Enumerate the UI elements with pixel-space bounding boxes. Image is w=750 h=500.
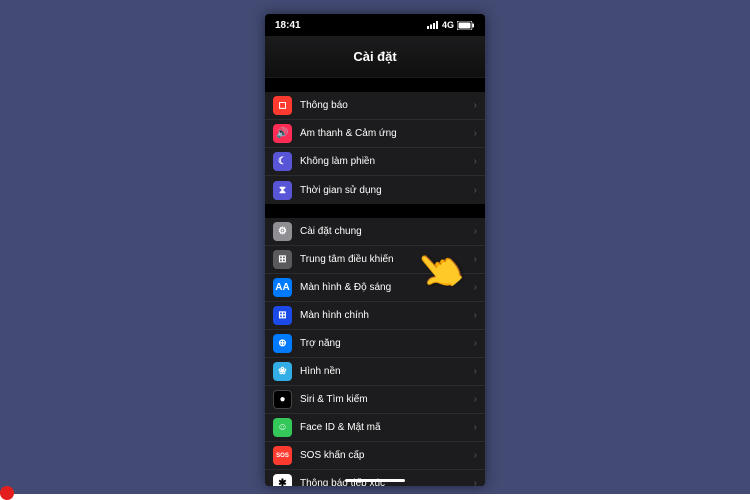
settings-row-general[interactable]: ⚙ Cài đặt chung› [265,218,485,246]
settings-row-display[interactable]: AA Màn hình & Độ sáng› [265,274,485,302]
settings-row-label: Không làm phiền [300,156,474,167]
chevron-right-icon: › [474,100,477,111]
chevron-right-icon: › [474,450,477,461]
wallpaper-icon: ❀ [273,362,292,381]
settings-row-faceid[interactable]: ☺ Face ID & Mật mã› [265,414,485,442]
settings-row-siri[interactable]: ● Siri & Tìm kiếm› [265,386,485,414]
sounds-icon: 🔊 [273,124,292,143]
settings-row-label: Hình nền [300,366,474,377]
general-icon: ⚙ [273,222,292,241]
settings-row-label: Màn hình & Độ sáng [300,282,474,293]
chevron-right-icon: › [474,254,477,265]
siri-icon: ● [273,390,292,409]
network-label: 4G [442,20,454,30]
red-dot [0,486,14,500]
settings-group: ⚙Cài đặt chung›⊞Trung tâm điều khiển›AAM… [265,218,485,486]
settings-scroll[interactable]: ◻Thông báo›🔊Âm thanh & Cảm ứng›☾Không là… [265,78,485,486]
settings-row-label: Âm thanh & Cảm ứng [300,128,474,139]
settings-row-exposure[interactable]: ✱Thông báo tiếp xúc› [265,470,485,486]
settings-row-screentime[interactable]: ⧗ Thời gian sử dụng› [265,176,485,204]
chevron-right-icon: › [474,422,477,433]
bottom-strip [0,494,750,500]
settings-row-wallpaper[interactable]: ❀ Hình nền› [265,358,485,386]
settings-row-label: Trợ năng [300,338,474,349]
settings-row-dnd[interactable]: ☾ Không làm phiền› [265,148,485,176]
signal-icon [427,21,439,29]
chevron-right-icon: › [474,128,477,139]
exposure-icon: ✱ [273,474,292,486]
chevron-right-icon: › [474,226,477,237]
settings-row-label: Trung tâm điều khiển [300,254,474,265]
settings-row-label: Thông báo [300,100,474,111]
page-header: Cài đặt [265,36,485,78]
status-right: 4G [427,20,475,30]
status-time: 18:41 [275,20,301,31]
settings-row-notifications[interactable]: ◻ Thông báo› [265,92,485,120]
settings-row-sounds[interactable]: 🔊 Âm thanh & Cảm ứng› [265,120,485,148]
chevron-right-icon: › [474,394,477,405]
battery-icon [457,21,475,30]
phone-frame: 18:41 4G Cài đặt ◻Thông báo›🔊Âm thanh & … [265,14,485,486]
chevron-right-icon: › [474,366,477,377]
dnd-icon: ☾ [273,152,292,171]
sos-icon: SOS [273,446,292,465]
faceid-icon: ☺ [273,418,292,437]
chevron-right-icon: › [474,338,477,349]
home-indicator[interactable] [345,479,405,482]
screentime-icon: ⧗ [273,181,292,200]
page-title: Cài đặt [353,49,396,64]
chevron-right-icon: › [474,185,477,196]
chevron-right-icon: › [474,156,477,167]
status-bar: 18:41 4G [265,14,485,36]
settings-row-label: SOS khẩn cấp [300,450,474,461]
chevron-right-icon: › [474,478,477,486]
settings-row-label: Thời gian sử dụng [300,185,474,196]
chevron-right-icon: › [474,310,477,321]
settings-row-label: Cài đặt chung [300,226,474,237]
settings-row-label: Face ID & Mật mã [300,422,474,433]
settings-row-label: Màn hình chính [300,310,474,321]
display-icon: AA [273,278,292,297]
settings-row-sos[interactable]: SOS SOS khẩn cấp› [265,442,485,470]
home-icon: ⊞ [273,306,292,325]
settings-group: ◻Thông báo›🔊Âm thanh & Cảm ứng›☾Không là… [265,92,485,204]
chevron-right-icon: › [474,282,477,293]
control-center-icon: ⊞ [273,250,292,269]
settings-row-home[interactable]: ⊞ Màn hình chính› [265,302,485,330]
accessibility-icon: ⊕ [273,334,292,353]
settings-row-label: Siri & Tìm kiếm [300,394,474,405]
settings-row-control-center[interactable]: ⊞ Trung tâm điều khiển› [265,246,485,274]
notifications-icon: ◻ [273,96,292,115]
settings-row-accessibility[interactable]: ⊕ Trợ năng› [265,330,485,358]
